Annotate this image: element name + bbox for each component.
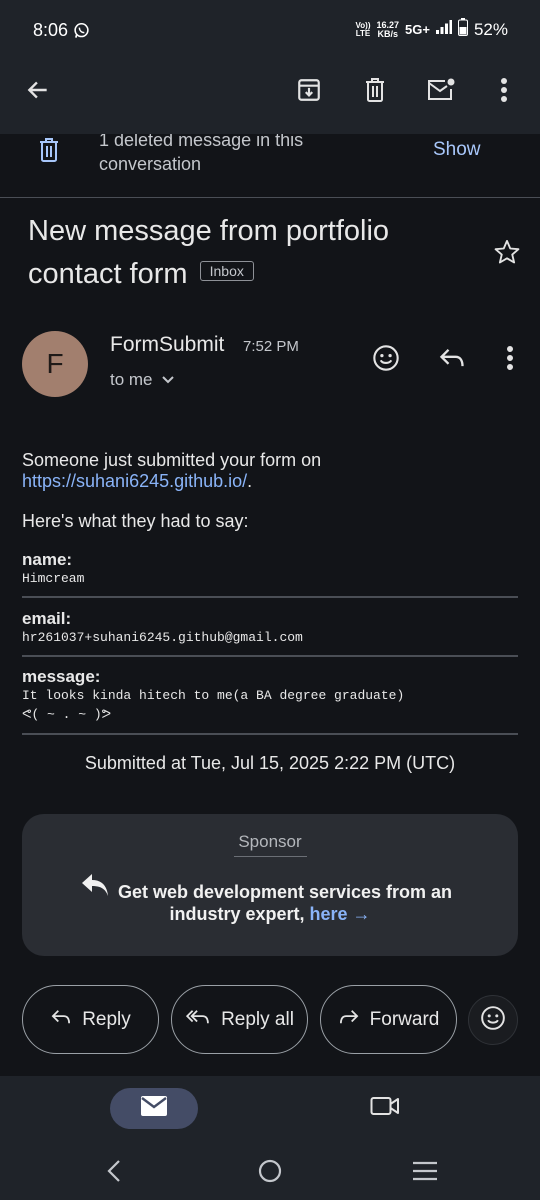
trash-icon[interactable]: [355, 70, 395, 110]
forward-label: Forward: [369, 1008, 440, 1030]
submitted-timestamp: Submitted at Tue, Jul 15, 2025 2:22 PM (…: [84, 753, 456, 773]
system-recents-icon[interactable]: [405, 1151, 445, 1191]
divider: [22, 596, 518, 598]
status-time: 8:06: [33, 20, 69, 40]
message-more-icon[interactable]: [490, 338, 530, 378]
reply-all-icon: [185, 1008, 211, 1032]
battery-percent: 52%: [473, 19, 508, 39]
nav-meet-tab[interactable]: [365, 1088, 405, 1128]
label-chip[interactable]: Inbox: [199, 261, 254, 282]
forward-button[interactable]: Forward: [320, 985, 457, 1054]
send-time: 7:52 PM: [243, 338, 299, 355]
deleted-notice-text: 1 deleted message in this conversation: [99, 134, 304, 174]
sender-name: FormSubmit: [110, 333, 225, 356]
bottom-navigation: [0, 1076, 540, 1200]
field-value-message-line1: It looks kinda hitech to me(a BA degree …: [22, 688, 405, 703]
signal-icon: [435, 20, 452, 39]
app-bar: [0, 62, 540, 134]
whatsapp-icon: [73, 22, 90, 44]
field-value-message-line2: ᕙ( ~ . ~ )ᕗ: [22, 707, 112, 722]
archive-icon[interactable]: [289, 70, 329, 110]
deleted-message-notice: 1 deleted message in this conversation S…: [0, 134, 540, 198]
body-prompt: Here's what they had to say:: [22, 511, 249, 531]
network-type: 5G+: [405, 22, 430, 37]
reply-icon[interactable]: [432, 338, 472, 378]
chevron-down-icon: [161, 370, 175, 390]
volte-indicator: Vo)) LTE: [355, 20, 371, 38]
recipient-details-toggle[interactable]: to me: [110, 370, 175, 390]
sponsor-title-underline: [234, 856, 307, 857]
body-url-line: https://suhani6245.github.io/.: [22, 471, 253, 491]
reply-button[interactable]: Reply: [22, 985, 159, 1054]
field-value-email[interactable]: hr261037+suhani6245.github@gmail.com: [22, 629, 303, 646]
sponsor-here-link[interactable]: here →: [310, 904, 371, 924]
form-url-link[interactable]: https://suhani6245.github.io/: [22, 471, 247, 491]
reply-icon: [50, 1008, 72, 1032]
reply-all-button[interactable]: Reply all: [171, 985, 308, 1054]
net-speed: 16.27 KB/s: [376, 19, 400, 39]
system-back-icon[interactable]: [94, 1151, 134, 1191]
emoji-react-button[interactable]: [468, 995, 518, 1045]
status-bar: 8:06 Vo)) LTE 16.27 KB/s 5G+ 52%: [0, 0, 540, 62]
field-label-message: message:: [22, 667, 101, 686]
avatar[interactable]: F: [22, 331, 88, 397]
email-subject: New message from portfolio contact form …: [28, 210, 468, 296]
back-arrow-icon[interactable]: [18, 70, 58, 110]
star-icon[interactable]: [487, 232, 527, 272]
more-vert-icon[interactable]: [484, 70, 524, 110]
show-deleted-button[interactable]: Show: [433, 139, 481, 161]
divider: [22, 733, 518, 735]
sponsor-title: Sponsor: [238, 832, 302, 851]
trash-icon: [37, 136, 61, 169]
nav-mail-tab[interactable]: [110, 1088, 198, 1129]
battery-icon: [457, 18, 468, 41]
recipient-text: to me: [110, 370, 153, 389]
reply-all-label: Reply all: [221, 1008, 294, 1030]
emoji-reaction-icon[interactable]: [366, 338, 406, 378]
sponsor-text: Get web development services from an ind…: [117, 882, 453, 924]
reply-label: Reply: [82, 1008, 131, 1030]
forward-icon: [338, 1008, 360, 1032]
field-label-name: name:: [22, 550, 73, 569]
mail-icon: [140, 1095, 168, 1122]
divider: [22, 655, 518, 657]
mark-unread-icon[interactable]: [421, 70, 461, 110]
smiley-icon: [480, 1005, 506, 1036]
system-home-icon[interactable]: [250, 1151, 290, 1191]
field-label-email: email:: [22, 609, 72, 628]
body-intro: Someone just submitted your form on: [22, 450, 322, 470]
sponsor-card: Sponsor Get web development services fro…: [22, 814, 518, 956]
field-value-name: Himcream: [22, 571, 85, 586]
video-camera-icon: [370, 1095, 400, 1122]
